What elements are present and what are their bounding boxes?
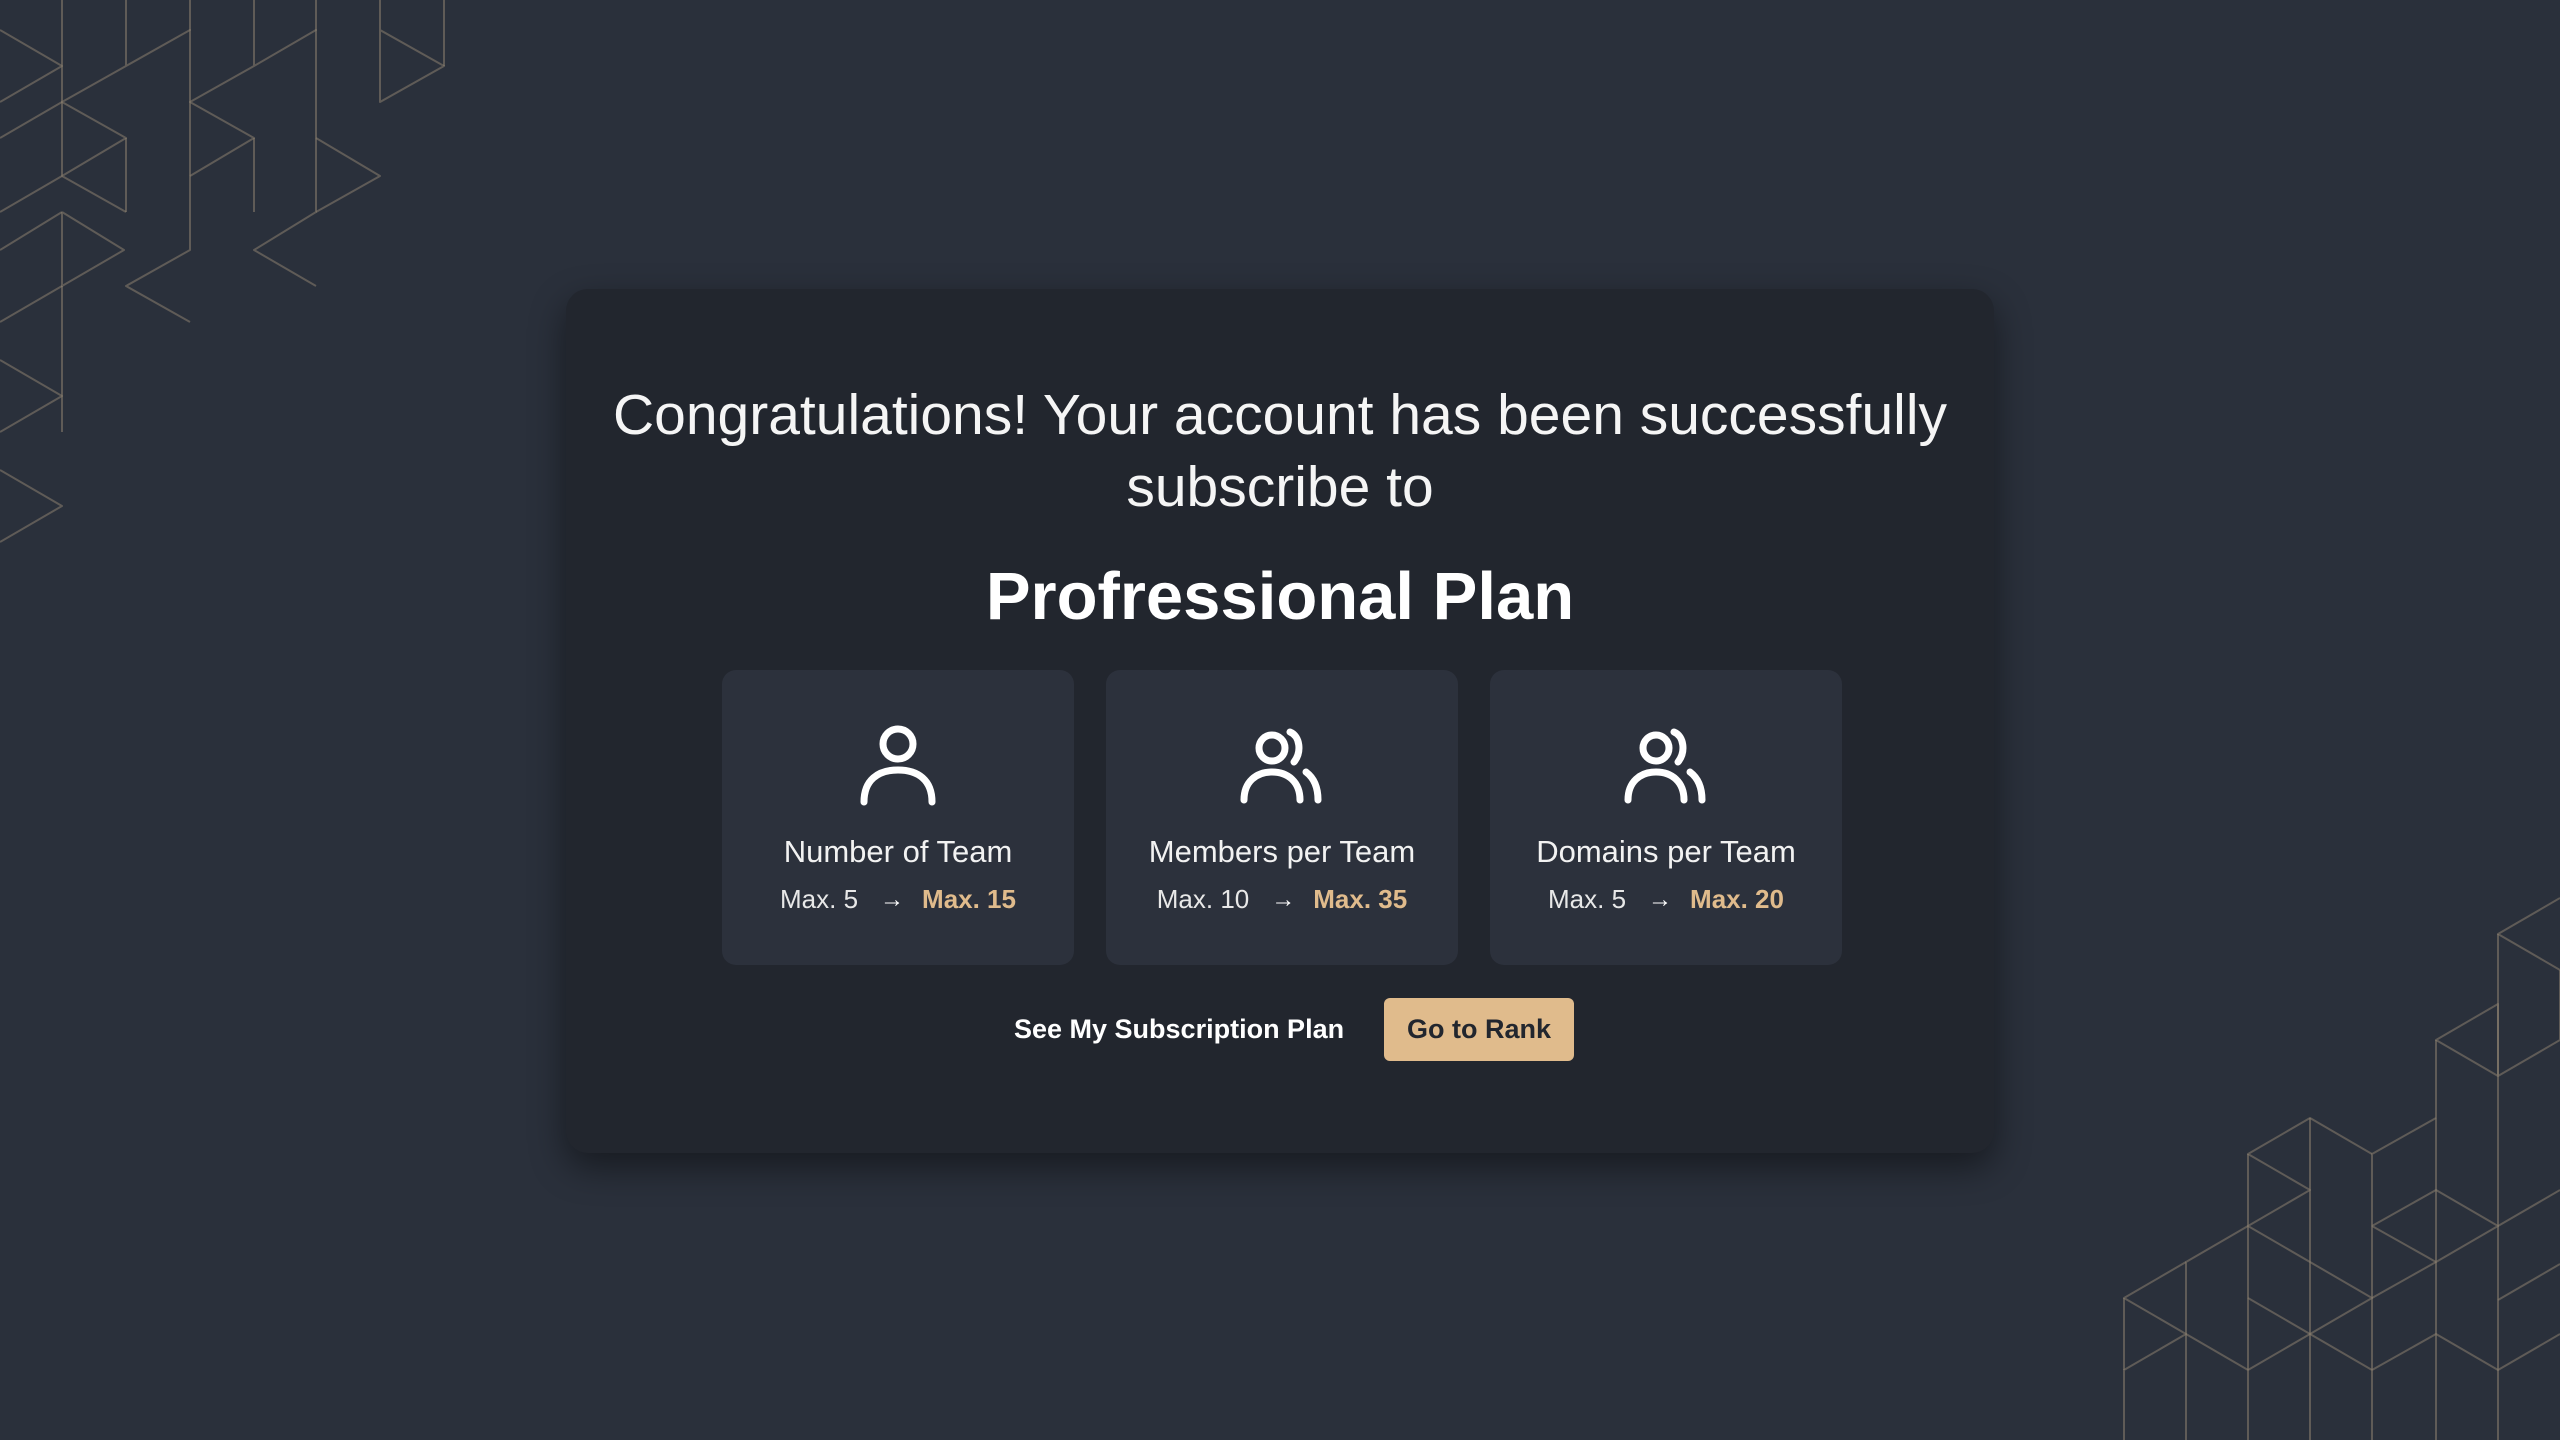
modal-actions: See My Subscription Plan Go to Rank — [566, 998, 1994, 1061]
feature-old-value: Max. 10 — [1156, 884, 1250, 914]
users-icon — [1240, 728, 1322, 804]
feature-title: Domains per Team — [1536, 834, 1796, 869]
subscription-success-modal: Congratulations! Your account has been s… — [566, 289, 1994, 1153]
feature-old-value: Max. 5 — [780, 884, 859, 914]
background-pattern-bottom-right — [2123, 897, 2560, 1440]
feature-card-domains-per-team: Domains per Team Max. 5 → Max. 20 — [1490, 670, 1842, 965]
background-pattern-top-left — [0, 0, 445, 543]
feature-card-number-of-team: Number of Team Max. 5 → Max. 15 — [722, 670, 1074, 965]
feature-old-value: Max. 5 — [1548, 884, 1627, 914]
feature-new-value: Max. 20 — [1690, 884, 1784, 914]
feature-card-members-per-team: Members per Team Max. 10 → Max. 35 — [1106, 670, 1458, 965]
feature-values: Max. 5 → Max. 20 — [1490, 882, 1842, 917]
arrow-right-icon: → — [1648, 886, 1673, 913]
users-icon — [1624, 728, 1706, 804]
feature-values: Max. 5 → Max. 15 — [722, 882, 1074, 917]
feature-new-value: Max. 15 — [922, 884, 1016, 914]
feature-values: Max. 10 → Max. 35 — [1106, 882, 1458, 917]
plan-name: Profressional Plan — [985, 559, 1575, 634]
arrow-right-icon: → — [880, 886, 905, 913]
feature-title: Members per Team — [1148, 834, 1416, 869]
go-to-rank-button[interactable]: Go to Rank — [1384, 998, 1574, 1061]
feature-new-value: Max. 35 — [1313, 884, 1408, 914]
congratulations-headline: Congratulations! Your account has been s… — [612, 383, 1948, 519]
feature-title: Number of Team — [783, 834, 1013, 869]
arrow-right-icon: → — [1271, 886, 1296, 913]
see-subscription-plan-button[interactable]: See My Subscription Plan — [1014, 998, 1344, 1061]
plan-features: Number of Team Max. 5 → Max. 15 Members pe… — [722, 670, 1842, 965]
user-icon — [860, 725, 936, 806]
